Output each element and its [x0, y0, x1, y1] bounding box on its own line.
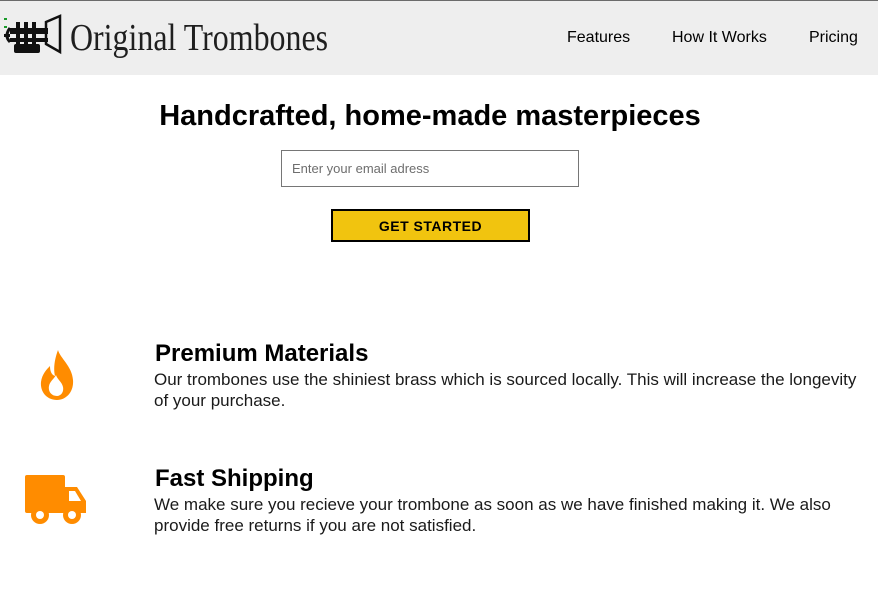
email-input[interactable]: [281, 150, 579, 187]
hero-title: Handcrafted, home-made masterpieces: [159, 100, 701, 132]
truck-icon: [25, 475, 86, 524]
feature-title: Fast Shipping: [155, 465, 314, 492]
flame-icon: [40, 350, 74, 400]
main-nav: Features How It Works Pricing: [0, 29, 878, 51]
nav-link-pricing[interactable]: Pricing: [809, 29, 858, 47]
nav-link-how-it-works[interactable]: How It Works: [672, 29, 767, 47]
feature-title: Premium Materials: [155, 340, 369, 367]
feature-description: We make sure you recieve your trombone a…: [154, 495, 831, 535]
site-header: Original Trombones Features How It Works…: [0, 1, 878, 75]
feature-description: Our trombones use the shiniest brass whi…: [154, 370, 857, 410]
get-started-button[interactable]: GET STARTED: [331, 209, 530, 242]
nav-link-features[interactable]: Features: [567, 29, 630, 47]
